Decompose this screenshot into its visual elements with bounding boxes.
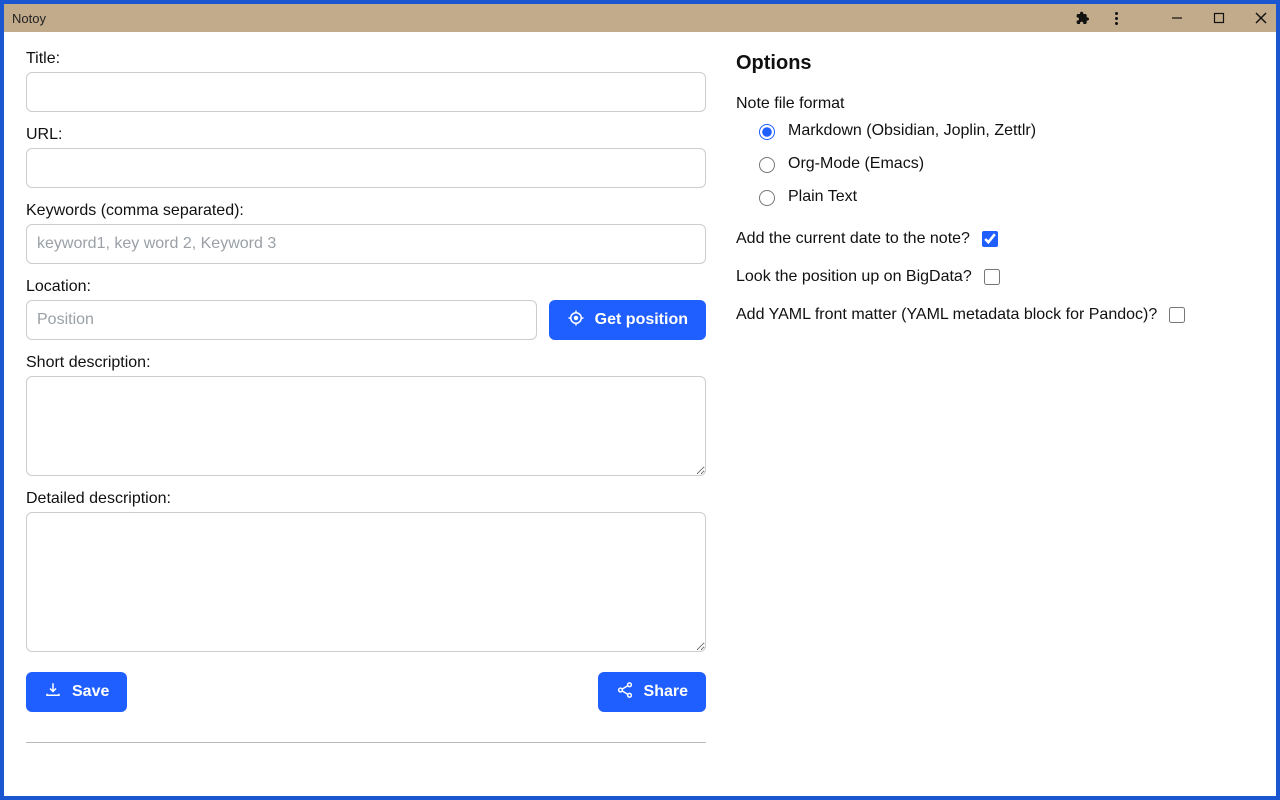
location-label: Location:	[26, 278, 706, 296]
target-icon	[567, 309, 585, 332]
title-input[interactable]	[26, 72, 706, 112]
format-plaintext-label: Plain Text	[788, 188, 857, 206]
location-input[interactable]	[26, 300, 537, 340]
get-position-button[interactable]: Get position	[549, 300, 706, 340]
window-title: Notoy	[12, 11, 46, 26]
share-button[interactable]: Share	[598, 672, 706, 712]
share-label: Share	[644, 683, 688, 701]
bigdata-label: Look the position up on BigData?	[736, 268, 972, 286]
minimize-button[interactable]	[1170, 11, 1184, 25]
add-date-checkbox[interactable]	[982, 231, 998, 247]
format-plaintext-radio[interactable]	[759, 190, 775, 206]
title-label: Title:	[26, 50, 706, 68]
extension-icon[interactable]	[1074, 10, 1090, 26]
save-label: Save	[72, 683, 109, 701]
close-button[interactable]	[1254, 11, 1268, 25]
yaml-label: Add YAML front matter (YAML metadata blo…	[736, 306, 1157, 324]
keywords-input[interactable]	[26, 224, 706, 264]
bigdata-checkbox[interactable]	[984, 269, 1000, 285]
maximize-button[interactable]	[1212, 11, 1226, 25]
detailed-desc-label: Detailed description:	[26, 490, 706, 508]
add-date-label: Add the current date to the note?	[736, 230, 970, 248]
get-position-label: Get position	[595, 311, 688, 329]
short-desc-input[interactable]	[26, 376, 706, 476]
format-markdown-label: Markdown (Obsidian, Joplin, Zettlr)	[788, 122, 1036, 140]
titlebar: Notoy	[4, 4, 1276, 32]
url-label: URL:	[26, 126, 706, 144]
url-input[interactable]	[26, 148, 706, 188]
format-orgmode-option[interactable]: Org-Mode (Emacs)	[754, 154, 1254, 173]
format-orgmode-radio[interactable]	[759, 157, 775, 173]
form-panel: Title: URL: Keywords (comma separated): …	[26, 50, 706, 778]
format-plaintext-option[interactable]: Plain Text	[754, 187, 1254, 206]
options-heading: Options	[736, 52, 1254, 75]
format-markdown-radio[interactable]	[759, 124, 775, 140]
format-orgmode-label: Org-Mode (Emacs)	[788, 155, 924, 173]
more-icon[interactable]	[1108, 10, 1124, 26]
format-label: Note file format	[736, 95, 1254, 113]
detailed-desc-input[interactable]	[26, 512, 706, 652]
save-button[interactable]: Save	[26, 672, 127, 712]
format-markdown-option[interactable]: Markdown (Obsidian, Joplin, Zettlr)	[754, 121, 1254, 140]
download-icon	[44, 681, 62, 704]
yaml-checkbox[interactable]	[1169, 307, 1185, 323]
keywords-label: Keywords (comma separated):	[26, 202, 706, 220]
options-panel: Options Note file format Markdown (Obsid…	[736, 50, 1254, 778]
share-icon	[616, 681, 634, 704]
short-desc-label: Short description:	[26, 354, 706, 372]
